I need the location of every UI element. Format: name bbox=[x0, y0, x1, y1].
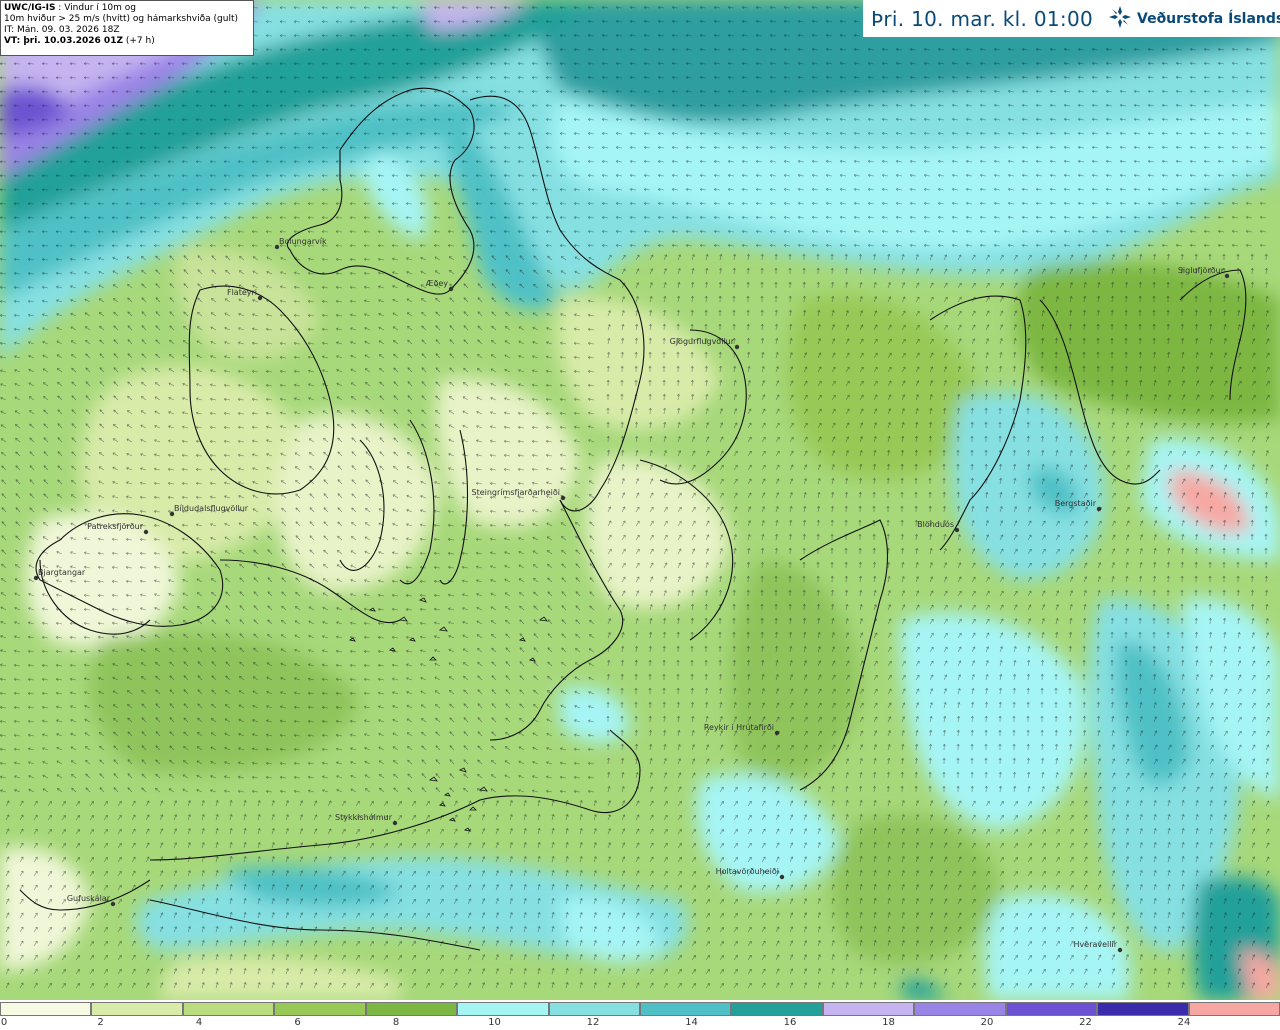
info-title-line: UWC/IG-IS : Vindur í 10m og bbox=[4, 3, 250, 14]
colorbar-tick-label: 8 bbox=[392, 1017, 400, 1028]
place-label: Flateyri bbox=[227, 288, 257, 297]
colorbar-swatch bbox=[1005, 1002, 1098, 1016]
place-marker-dot bbox=[734, 344, 740, 350]
colorbar-swatch bbox=[365, 1002, 458, 1016]
place-label: Æðey bbox=[426, 279, 449, 288]
place-label: Bergstaðir bbox=[1055, 499, 1097, 508]
colorbar-swatch bbox=[1097, 1002, 1189, 1016]
place-label: Steingrímsfjarðarheiði bbox=[472, 488, 561, 497]
product-code: UWC/IG-IS bbox=[4, 3, 56, 13]
colorbar-tick-label: 20 bbox=[980, 1017, 994, 1028]
colorbar-swatch bbox=[914, 1002, 1006, 1016]
info-subtitle-line: 10m hviður > 25 m/s (hvítt) og hámarkshv… bbox=[4, 14, 238, 24]
colorbar-swatch bbox=[91, 1002, 183, 1016]
colorbar-swatch bbox=[731, 1002, 823, 1016]
weather-map: Bolungarvík Flateyri Æðey Gjögurflugvöllur S… bbox=[0, 0, 1280, 1000]
colorbar-tick-label: 14 bbox=[685, 1017, 698, 1028]
valid-time-line: VT: þri. 10.03.2026 01Z (+7 h) bbox=[4, 36, 250, 47]
place-label: Siglufjörður bbox=[1178, 266, 1225, 275]
forecast-header: Þri. 10. mar. kl. 01:00 Veðurstofa Íslan… bbox=[863, 0, 1280, 37]
brand-logo: Veðurstofa Íslands bbox=[1107, 4, 1280, 34]
valid-time: VT: þri. 10.03.2026 01Z bbox=[4, 36, 123, 46]
product-description: : Vindur í 10m og bbox=[55, 3, 136, 13]
place-marker-dot bbox=[560, 495, 566, 501]
place-label: Holtavörðuheiði bbox=[716, 867, 779, 876]
colorbar-swatch bbox=[822, 1002, 915, 1016]
place-label: Bíldudalsflugvöllur bbox=[174, 504, 249, 513]
place-marker-dot bbox=[779, 874, 785, 880]
place-marker-dot bbox=[954, 527, 960, 533]
colorbar-swatch bbox=[1188, 1002, 1280, 1016]
place-label: Reykir í Hrútafirði bbox=[704, 723, 774, 732]
place-marker-dot bbox=[774, 730, 780, 736]
colorbar-swatch bbox=[182, 1002, 275, 1016]
place-label: Stykkishólmur bbox=[335, 812, 393, 822]
place-marker-dot bbox=[448, 286, 454, 292]
forecast-valid-time: Þri. 10. mar. kl. 01:00 bbox=[871, 6, 1093, 31]
colorbar-tick-label: 16 bbox=[783, 1017, 797, 1028]
colorbar-tick-label: 10 bbox=[488, 1017, 501, 1028]
place-marker-dot bbox=[257, 295, 263, 301]
place-label: Bjargtangar bbox=[38, 568, 86, 577]
place-label: Blönduós bbox=[917, 519, 954, 529]
colorbar-tick-label: 24 bbox=[1177, 1017, 1191, 1028]
product-info-box: UWC/IG-IS : Vindur í 10m og 10m hviður >… bbox=[0, 0, 254, 56]
place-marker-dot bbox=[1096, 506, 1102, 512]
initial-time: IT: Mán. 09. 03. 2026 18Z bbox=[4, 25, 120, 35]
colorbar-swatch bbox=[274, 1002, 366, 1016]
wind-speed-colorbar: 0 2 4 6 8 10 12 14 16 18 20 22 24 bbox=[0, 1000, 1280, 1030]
colorbar-swatch bbox=[0, 1002, 92, 1016]
place-marker-dot bbox=[110, 901, 116, 907]
colorbar-swatch bbox=[548, 1002, 640, 1016]
place-marker-dot bbox=[1117, 947, 1123, 953]
colorbar-swatch bbox=[457, 1002, 549, 1016]
colorbar-tick-label: 0 bbox=[0, 1017, 8, 1028]
place-marker-dot bbox=[143, 529, 149, 535]
place-label: Patreksfjörður bbox=[87, 522, 144, 531]
colorbar-swatch bbox=[640, 1002, 732, 1016]
brand-name: Veðurstofa Íslands bbox=[1137, 10, 1280, 27]
colorbar-tick-label: 18 bbox=[882, 1017, 895, 1028]
place-label: Hveravellir bbox=[1074, 940, 1118, 949]
place-label: Gufuskálar bbox=[67, 894, 111, 903]
colorbar-tick-label: 2 bbox=[97, 1017, 104, 1028]
colorbar-tick-label: 4 bbox=[195, 1017, 203, 1028]
place-label: Bolungarvík bbox=[279, 237, 327, 246]
place-marker-dot bbox=[392, 820, 398, 826]
colorbar-tick-label: 6 bbox=[294, 1017, 301, 1028]
colorbar-tick-label: 12 bbox=[586, 1017, 600, 1028]
colorbar-tick-label: 22 bbox=[1079, 1017, 1092, 1028]
place-label: Gjögurflugvöllur bbox=[670, 337, 735, 346]
place-marker-dot bbox=[1224, 273, 1230, 279]
lead-time: (+7 h) bbox=[122, 36, 155, 46]
snowflake-logo-icon bbox=[1107, 4, 1133, 34]
